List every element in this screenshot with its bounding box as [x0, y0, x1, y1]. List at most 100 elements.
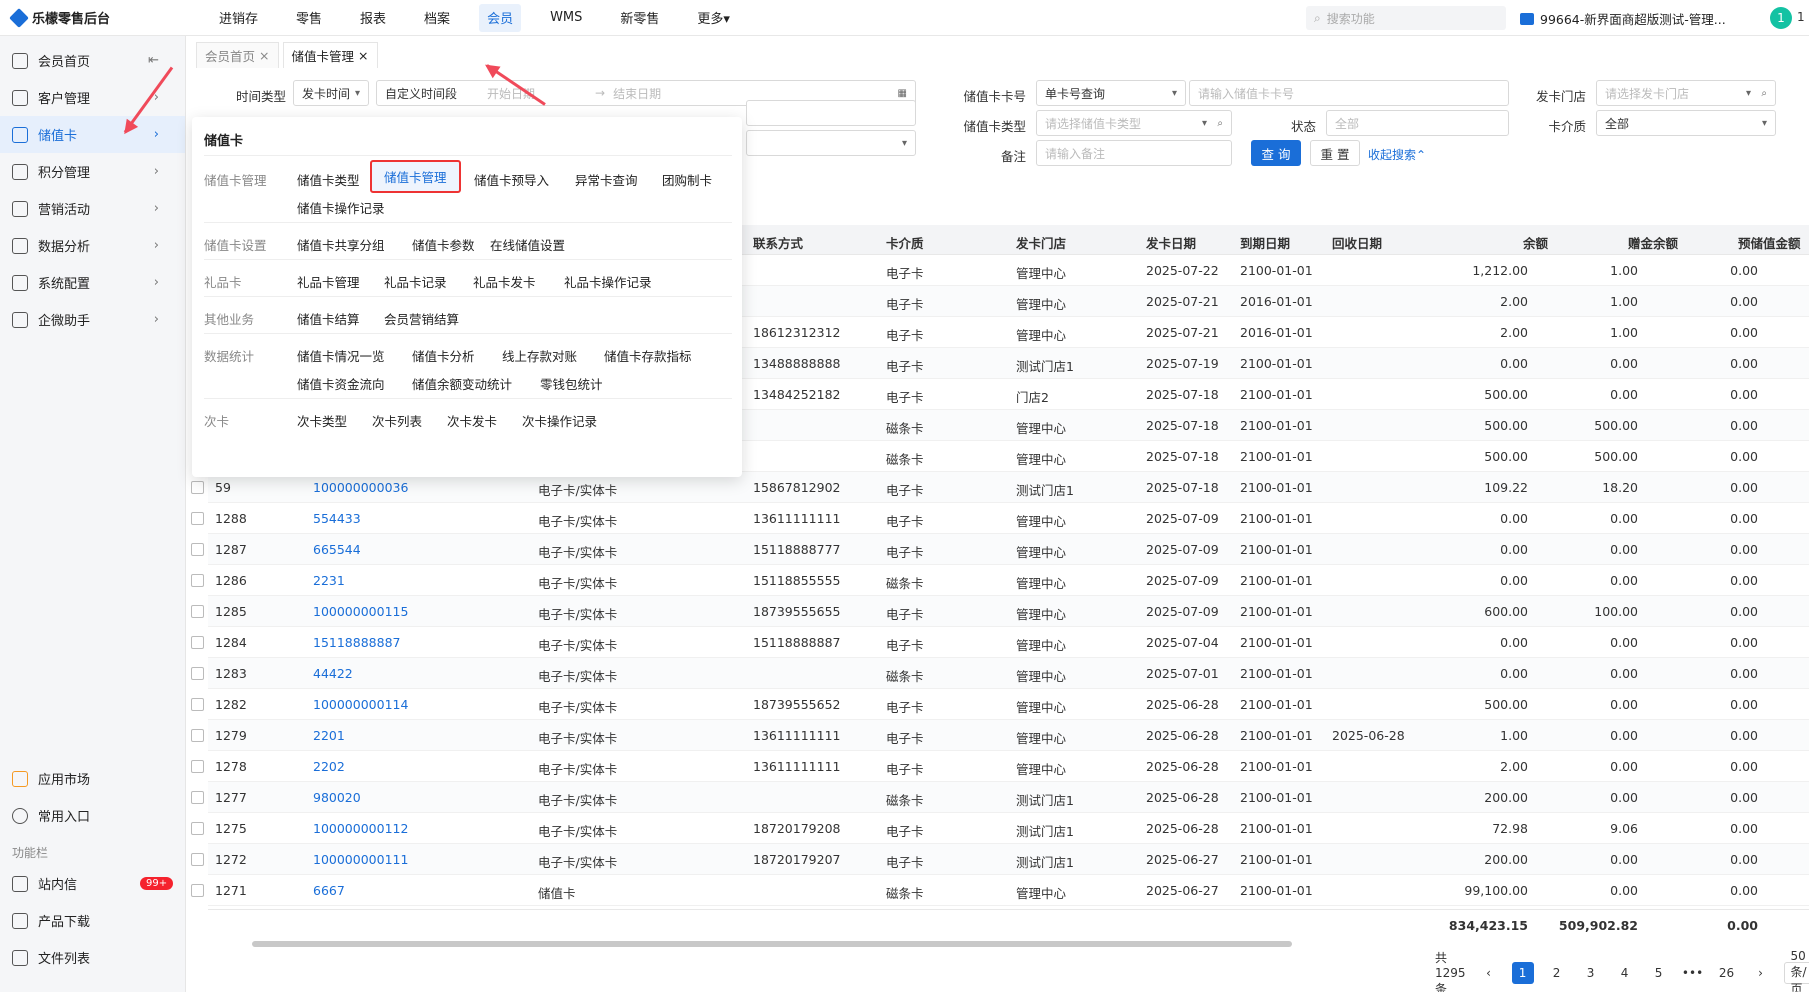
menu-card-params[interactable]: 储值卡参数 [412, 235, 475, 254]
th-recycle-date[interactable]: 回收日期 [1332, 233, 1382, 252]
page-3[interactable]: 3 [1580, 962, 1602, 984]
close-icon[interactable]: × [358, 48, 368, 63]
cell-card-number[interactable]: 100000000114 [313, 697, 408, 712]
th-issue-date[interactable]: 发卡日期 [1146, 233, 1196, 252]
cell-card-number[interactable]: 554433 [313, 511, 361, 526]
th-store[interactable]: 发卡门店 [1016, 233, 1066, 252]
topnav-jxc[interactable]: 进销存 [200, 0, 277, 36]
menu-card-overview[interactable]: 储值卡情况一览 [297, 346, 385, 365]
menu-share-group[interactable]: 储值卡共享分组 [297, 235, 385, 254]
table-row[interactable]: 1278 2202 电子卡/实体卡 13611111111 电子卡 管理中心 2025-06… [191, 751, 1809, 782]
menu-deposit-index[interactable]: 储值卡存款指标 [604, 346, 692, 365]
menu-times-list[interactable]: 次卡列表 [372, 411, 422, 430]
row-checkbox[interactable] [191, 481, 204, 494]
sidebar-item-app-market[interactable]: 应用市场 [0, 760, 186, 797]
sidebar-item-stored-card[interactable]: 储值卡 › [0, 116, 185, 153]
hidden-field-3[interactable]: ▾ [746, 130, 916, 156]
th-balance[interactable]: 余额 [1523, 233, 1548, 252]
page-2[interactable]: 2 [1546, 962, 1568, 984]
page-5[interactable]: 5 [1648, 962, 1670, 984]
topnav-member[interactable]: 会员 [479, 3, 522, 32]
issue-store-select[interactable]: 请选择发卡门店 ▾ ⌕ [1596, 80, 1776, 106]
table-row[interactable]: 1275 100000000112 电子卡/实体卡 18720179208 电子卡 测试门… [191, 813, 1809, 844]
remark-input[interactable]: 请输入备注 [1036, 140, 1232, 166]
menu-online-recharge[interactable]: 在线储值设置 [490, 235, 565, 254]
sidebar-item-analytics[interactable]: 数据分析 › [0, 227, 185, 264]
table-row[interactable]: 1288 554433 电子卡/实体卡 13611111111 电子卡 管理中心 2025-… [191, 503, 1809, 534]
horizontal-scrollbar[interactable] [252, 941, 1292, 947]
menu-card-management[interactable]: 储值卡管理 [370, 160, 461, 193]
cell-card-number[interactable]: 980020 [313, 790, 361, 805]
table-row[interactable]: 1283 44422 电子卡/实体卡 磁条卡 管理中心 2025-07-01 2100-01… [191, 658, 1809, 689]
cell-card-number[interactable]: 100000000115 [313, 604, 408, 619]
menu-online-reconcile[interactable]: 线上存款对账 [502, 346, 577, 365]
table-row[interactable]: 1284 15118888887 电子卡/实体卡 15118888887 电子卡 管理中心… [191, 627, 1809, 658]
card-no-input[interactable]: 请输入储值卡卡号 [1189, 80, 1509, 106]
row-checkbox[interactable] [191, 853, 204, 866]
cell-card-number[interactable]: 2231 [313, 573, 345, 588]
sidebar-item-member-home[interactable]: 会员首页 ⇤ [0, 42, 185, 79]
menu-times-log[interactable]: 次卡操作记录 [522, 411, 597, 430]
topnav-retail[interactable]: 零售 [277, 0, 341, 36]
cell-card-number[interactable]: 44422 [313, 666, 353, 681]
tab-member-home[interactable]: 会员首页 × [196, 42, 279, 68]
page-26[interactable]: 26 [1716, 962, 1738, 984]
sidebar-item-files[interactable]: 文件列表 [0, 939, 186, 976]
row-checkbox[interactable] [191, 822, 204, 835]
tab-card-management[interactable]: 储值卡管理 × [282, 42, 378, 68]
function-search-input[interactable]: ⌕ 搜索功能 [1306, 6, 1506, 30]
row-checkbox[interactable] [191, 791, 204, 804]
collapse-search-link[interactable]: 收起搜索⌃ [1368, 146, 1426, 163]
row-checkbox[interactable] [191, 605, 204, 618]
table-row[interactable]: 1285 100000000115 电子卡/实体卡 18739555655 电子卡 管理中… [191, 596, 1809, 627]
row-checkbox[interactable] [191, 760, 204, 773]
cell-card-number[interactable]: 2202 [313, 759, 345, 774]
table-row[interactable]: 1282 100000000114 电子卡/实体卡 18739555652 电子卡 管理中… [191, 689, 1809, 720]
row-checkbox[interactable] [191, 667, 204, 680]
row-checkbox[interactable] [191, 512, 204, 525]
row-checkbox[interactable] [191, 574, 204, 587]
page-1[interactable]: 1 [1511, 962, 1534, 984]
menu-gift-issue[interactable]: 礼品卡发卡 [473, 272, 536, 291]
row-checkbox[interactable] [191, 636, 204, 649]
sidebar-item-wecom[interactable]: 企微助手 › [0, 301, 185, 338]
table-row[interactable]: 1279 2201 电子卡/实体卡 13611111111 电子卡 管理中心 2025-06… [191, 720, 1809, 751]
menu-card-log[interactable]: 储值卡操作记录 [297, 198, 385, 217]
th-phone[interactable]: 联系方式 [753, 233, 803, 252]
row-checkbox[interactable] [191, 729, 204, 742]
menu-abnormal-card[interactable]: 异常卡查询 [575, 170, 638, 189]
menu-card-type[interactable]: 储值卡类型 [297, 170, 360, 189]
reset-button[interactable]: 重 置 [1310, 140, 1360, 166]
th-bonus[interactable]: 赠金余额 [1628, 233, 1678, 252]
th-expire-date[interactable]: 到期日期 [1240, 233, 1290, 252]
time-type-select[interactable]: 发卡时间 ▾ [293, 80, 369, 106]
cell-card-number[interactable]: 15118888887 [313, 635, 400, 650]
menu-fund-flow[interactable]: 储值卡资金流向 [297, 374, 385, 393]
collapse-sidebar-icon[interactable]: ⇤ [148, 53, 159, 68]
status-select[interactable]: 全部 [1326, 110, 1509, 136]
topnav-archive[interactable]: 档案 [405, 0, 469, 36]
next-page-icon[interactable]: › [1750, 962, 1772, 984]
cell-card-number[interactable]: 100000000112 [313, 821, 408, 836]
store-selector[interactable]: 99664-新界面商超版测试-管理... [1520, 9, 1726, 28]
table-row[interactable]: 1287 665544 电子卡/实体卡 15118888777 电子卡 管理中心 2025-… [191, 534, 1809, 565]
close-icon[interactable]: × [259, 48, 269, 63]
menu-times-type[interactable]: 次卡类型 [297, 411, 347, 430]
sidebar-item-points[interactable]: 积分管理 › [0, 153, 185, 190]
sidebar-item-system[interactable]: 系统配置 › [0, 264, 185, 301]
cell-card-number[interactable]: 6667 [313, 883, 345, 898]
topnav-new-retail[interactable]: 新零售 [601, 0, 678, 36]
query-button[interactable]: 查 询 [1251, 140, 1301, 166]
topnav-wms[interactable]: WMS [531, 0, 601, 36]
table-row[interactable]: 1286 2231 电子卡/实体卡 15118855555 磁条卡 管理中心 2025-07… [191, 565, 1809, 596]
end-date-input[interactable]: 结束日期 [613, 85, 661, 102]
row-checkbox[interactable] [191, 543, 204, 556]
search-icon[interactable]: ⌕ [1217, 118, 1223, 129]
cell-card-number[interactable]: 100000000036 [313, 480, 408, 495]
app-logo[interactable]: 乐檬零售后台 [0, 7, 200, 28]
sidebar-item-messages[interactable]: 站内信 99+ [0, 865, 186, 902]
menu-gift-mgmt[interactable]: 礼品卡管理 [297, 272, 360, 291]
card-no-mode-select[interactable]: 单卡号查询 ▾ [1036, 80, 1186, 106]
prev-page-icon[interactable]: ‹ [1478, 962, 1500, 984]
row-checkbox[interactable] [191, 698, 204, 711]
